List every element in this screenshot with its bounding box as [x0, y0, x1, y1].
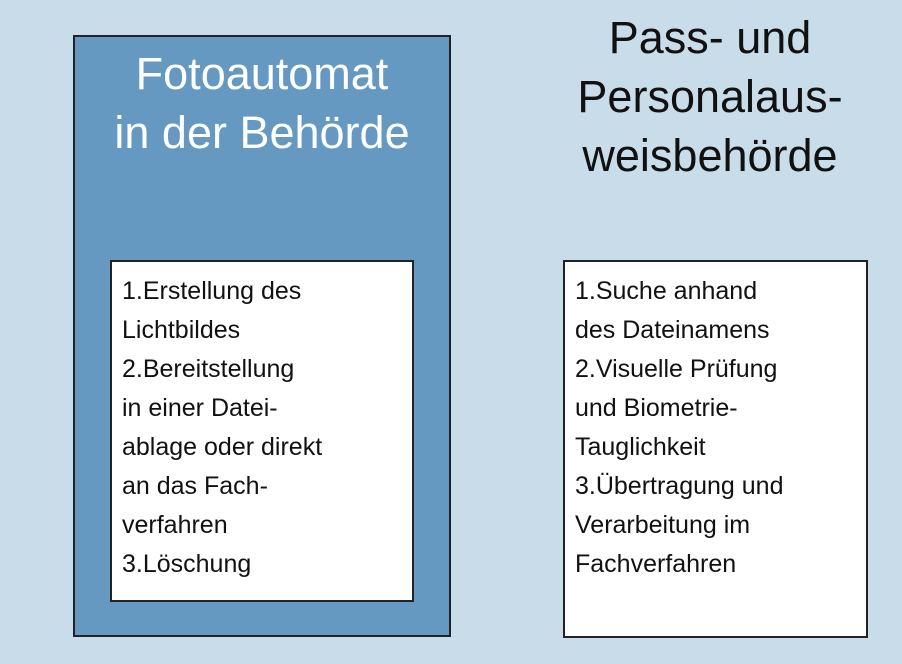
passport-authority-step-line: Tauglichkeit — [575, 433, 706, 461]
passport-authority-step-line: und Biometrie- — [575, 394, 738, 422]
photo-booth-step-line: 1.Erstellung des — [122, 277, 302, 305]
process-diagram: Fotoautomat in der Behörde 1.Erstellung … — [0, 0, 902, 664]
photo-booth-step-line: ablage oder direkt — [122, 433, 323, 461]
passport-authority-steps-box: 1.Suche anhand des Dateinamens 2.Visuell… — [563, 260, 868, 638]
photo-booth-step-line: 2.Bereitstellung — [122, 355, 295, 383]
passport-authority-step-line: 3.Übertragung und — [575, 472, 784, 500]
photo-booth-step-line: 3.Löschung — [122, 550, 252, 578]
passport-authority-title: Pass- und Personalaus- weisbehörde — [577, 12, 843, 181]
photo-booth-title: Fotoautomat in der Behörde — [114, 48, 410, 158]
photo-booth-step-line: verfahren — [122, 511, 228, 539]
photo-booth-step-line: an das Fach- — [122, 472, 268, 500]
passport-authority-step-line: 2.Visuelle Prüfung — [575, 355, 778, 383]
photo-booth-step-line: Lichtbildes — [122, 316, 241, 344]
passport-authority-step-line: des Dateinamens — [575, 316, 770, 344]
photo-booth-steps-box: 1.Erstellung des Lichtbildes 2.Bereitste… — [110, 260, 414, 602]
passport-authority-step-line: Verarbeitung im — [575, 511, 751, 539]
photo-booth-step-line: in einer Datei- — [122, 394, 278, 422]
passport-authority-step-line: Fachverfahren — [575, 550, 737, 578]
passport-authority-step-line: 1.Suche anhand — [575, 277, 758, 305]
